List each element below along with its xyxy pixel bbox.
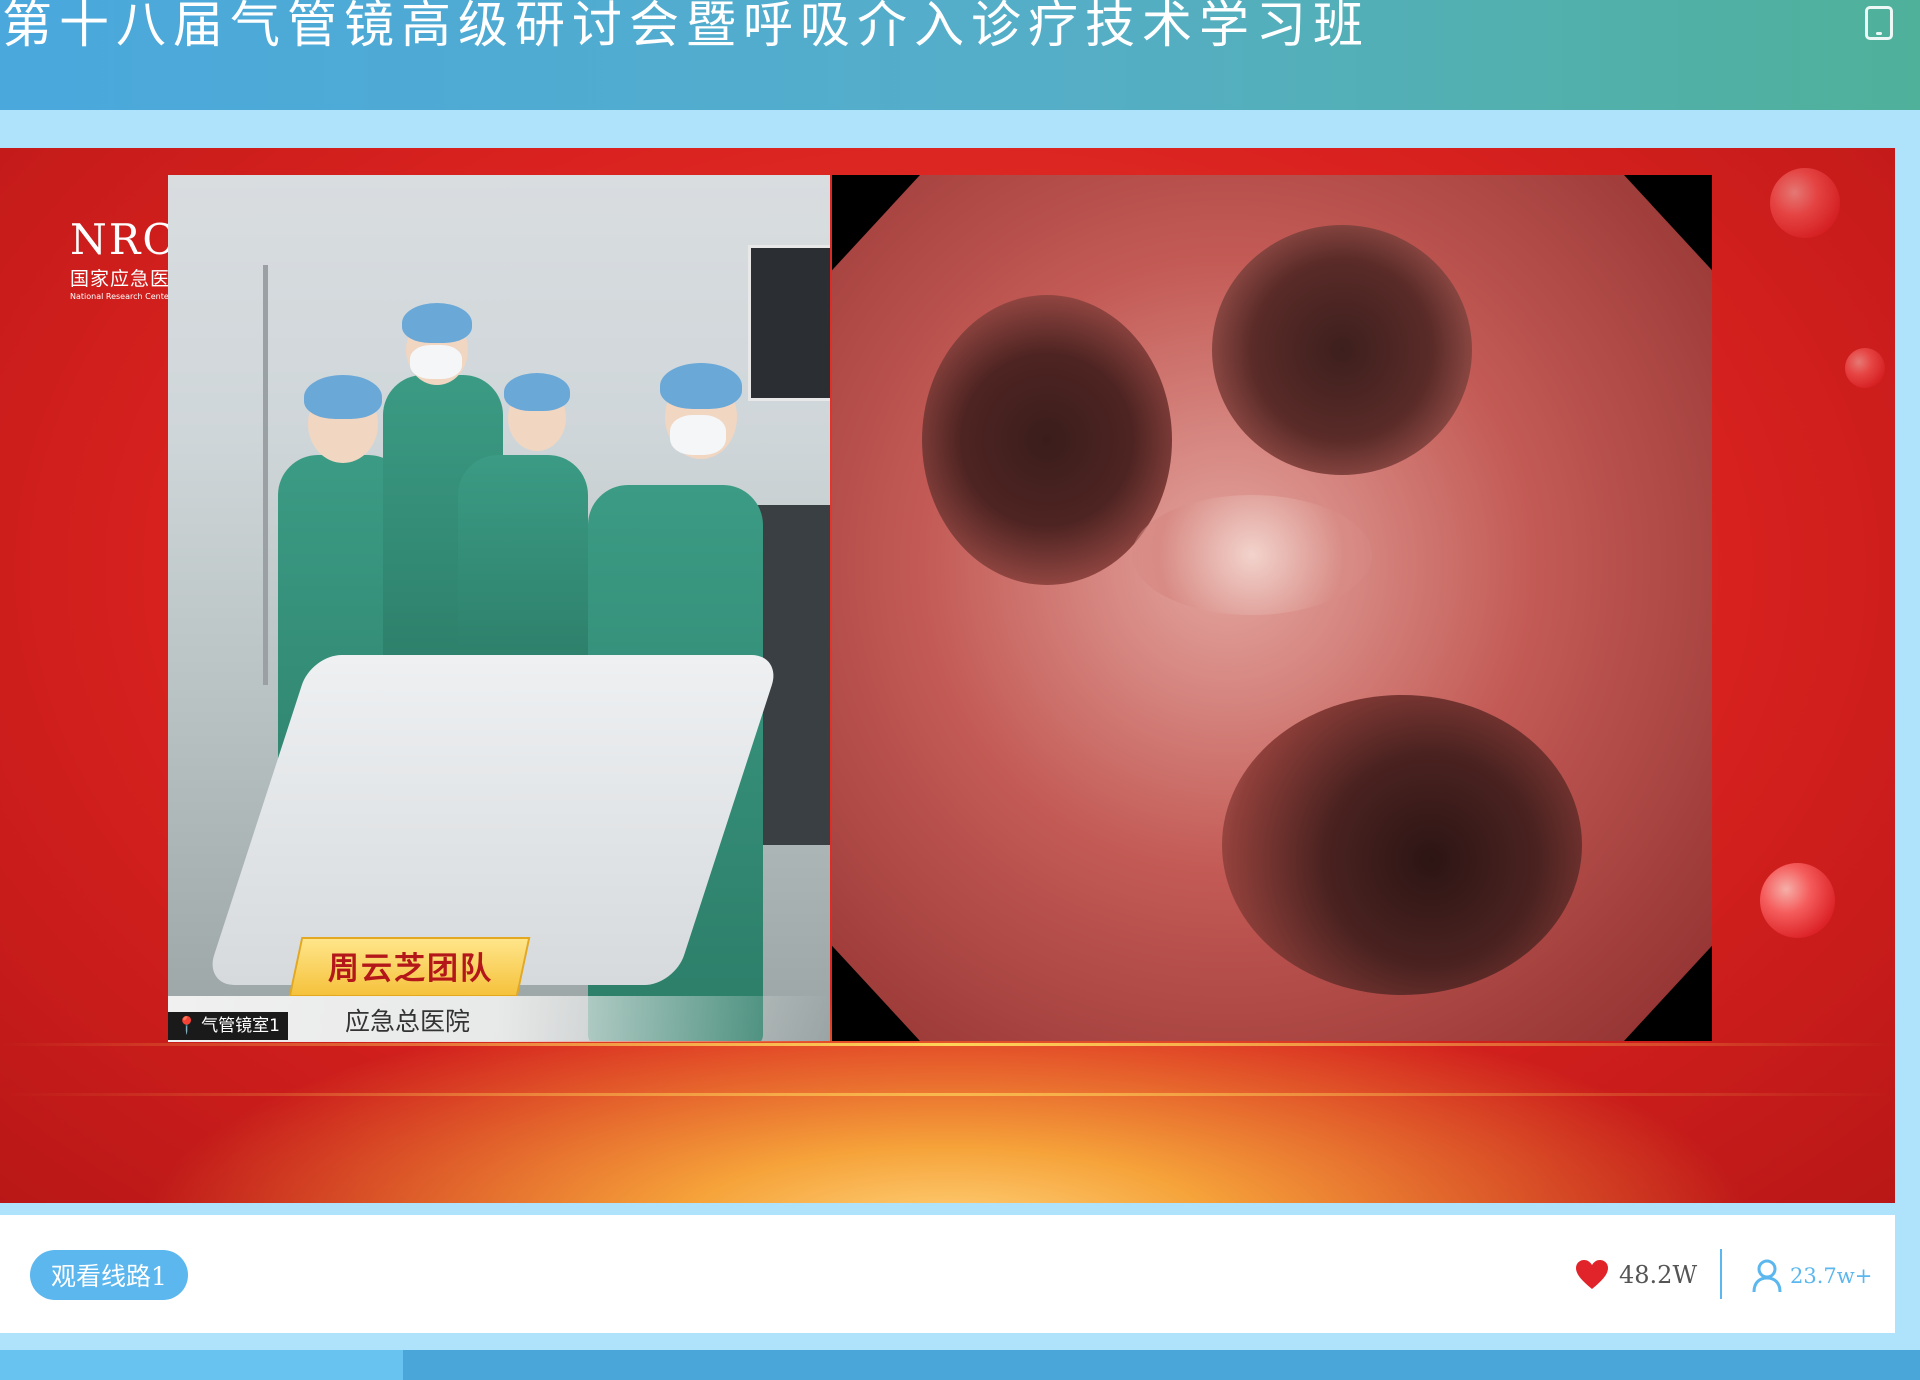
header-spacer (0, 110, 1920, 148)
airway-lumen (1212, 225, 1472, 475)
bottom-bar: 观看线路1 48.2W 23.7w+ (0, 1215, 1895, 1333)
operating-room-video[interactable] (168, 175, 830, 1041)
bronchoscope-view (832, 175, 1712, 1041)
gold-line (0, 1043, 1895, 1046)
progress-bar[interactable] (0, 1350, 1920, 1380)
user-icon (1752, 1259, 1782, 1293)
team-name: 周云芝团队 (328, 951, 493, 987)
surgical-cap (504, 373, 570, 411)
monitor-screen (748, 245, 830, 401)
doctor-figure (458, 455, 588, 685)
gold-line (0, 1093, 1895, 1096)
pin-icon: 📍 (176, 1016, 198, 1036)
hospital-name: 应急总医院 (345, 1007, 471, 1036)
carina-ridge (1132, 495, 1372, 615)
bronchoscope-video[interactable] (832, 175, 1712, 1041)
bokeh-decoration (1760, 863, 1835, 938)
viewers-counter: 23.7w+ (1752, 1259, 1872, 1293)
surgical-cap (304, 375, 382, 419)
page-title: 第十八届气管镜高级研讨会暨呼吸介入诊疗技术学习班 (2, 0, 1370, 54)
progress-fill (0, 1350, 404, 1380)
surgical-mask (410, 345, 462, 379)
room-tag-label: 气管镜室1 (201, 1016, 280, 1036)
bokeh-decoration (1770, 168, 1840, 238)
surgical-cap (660, 363, 742, 409)
watch-route-button[interactable]: 观看线路1 (30, 1250, 188, 1300)
bokeh-decoration (1845, 348, 1885, 388)
viewers-count: 23.7w+ (1790, 1264, 1873, 1288)
counter-divider (1720, 1249, 1722, 1299)
app-header: 第十八届气管镜高级研讨会暨呼吸介入诊疗技术学习班 (0, 0, 1920, 110)
surgical-mask (670, 415, 726, 455)
phone-icon[interactable] (1865, 6, 1893, 40)
room-tag: 📍 气管镜室1 (168, 1012, 288, 1040)
iv-pole (263, 265, 268, 685)
surgical-cap (402, 303, 472, 343)
likes-count: 48.2W (1619, 1261, 1698, 1289)
likes-counter[interactable]: 48.2W (1575, 1259, 1697, 1291)
heart-icon[interactable] (1575, 1259, 1609, 1291)
airway-lumen (1222, 695, 1582, 995)
